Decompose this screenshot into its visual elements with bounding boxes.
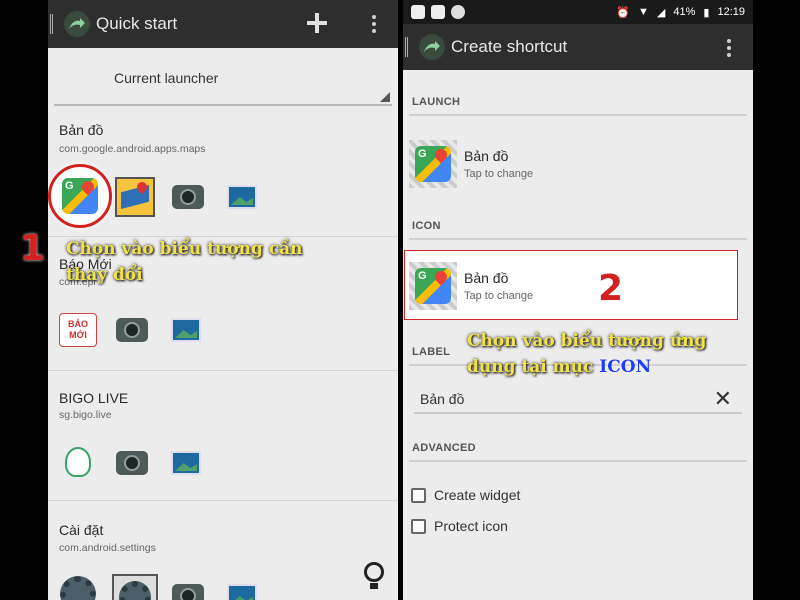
google-maps-icon: G — [415, 146, 451, 182]
divider — [409, 460, 747, 462]
overflow-menu-icon[interactable] — [372, 15, 376, 33]
shortcut-icon: G — [409, 262, 457, 310]
checkbox-label: Create widget — [434, 487, 521, 503]
divider — [409, 114, 747, 116]
divider — [409, 238, 747, 240]
signal-icon: ◢ — [656, 6, 666, 19]
left-app-bar: Quick start — [48, 0, 398, 48]
camera-icon[interactable] — [110, 441, 154, 485]
alarm-icon: ⏰ — [616, 6, 631, 19]
drawer-icon[interactable] — [50, 14, 56, 34]
divider — [48, 500, 398, 501]
add-icon[interactable] — [306, 12, 328, 39]
camera-icon[interactable] — [110, 308, 154, 352]
app-package: com.android.settings — [59, 542, 156, 554]
settings-alt-icon-option[interactable] — [110, 572, 160, 600]
annotation-highlight: ICON — [599, 357, 652, 377]
gear-icon — [119, 581, 151, 600]
launcher-label: Current launcher — [114, 70, 219, 86]
section-icon: ICON — [412, 220, 441, 232]
maps-icon-option-selected[interactable]: G — [48, 164, 112, 228]
right-app-bar: Create shortcut — [403, 24, 753, 70]
gallery-icon[interactable] — [220, 175, 264, 219]
app-package: com.google.android.apps.maps — [59, 143, 206, 155]
create-widget-checkbox[interactable]: Create widget — [411, 487, 520, 503]
camera-icon[interactable] — [166, 574, 210, 600]
battery-level: 41% — [673, 6, 696, 18]
drawer-icon[interactable] — [405, 37, 411, 57]
app-package: sg.bigo.live — [59, 409, 112, 421]
camera-icon[interactable] — [166, 175, 210, 219]
bigo-icon-option[interactable] — [56, 440, 100, 484]
battery-icon: ▮ — [703, 6, 710, 19]
wifi-icon: ▼ — [638, 6, 649, 18]
divider — [48, 370, 398, 371]
protect-icon-checkbox[interactable]: Protect icon — [411, 518, 508, 534]
dropdown-corner-icon — [380, 92, 390, 102]
launch-app-icon: G — [409, 140, 457, 188]
gallery-icon[interactable] — [164, 441, 208, 485]
step-1-annotation: Chọn vào biểu tượng cần thay đổi — [66, 239, 303, 285]
circle-icon — [451, 5, 465, 19]
app-name[interactable]: Cài đặt — [59, 522, 103, 538]
gallery-icon[interactable] — [164, 308, 208, 352]
icon-row[interactable]: G Bản đồ Tap to change — [403, 252, 753, 320]
settings-icon-option[interactable] — [56, 572, 100, 600]
baomoi-icon: BÁO MỚI — [59, 313, 97, 347]
baomoi-icon-option[interactable]: BÁO MỚI — [56, 308, 100, 352]
app-logo-icon — [64, 11, 90, 37]
launch-row[interactable]: G Bản đồ Tap to change — [403, 130, 753, 198]
right-screen: ⏰ ▼ ◢ 41% ▮ 12:19 Create shortcut LAUNCH… — [403, 0, 753, 600]
app-logo-icon — [419, 34, 445, 60]
step-2-number: 2 — [598, 268, 624, 309]
icon-app-name: Bản đồ — [464, 270, 509, 286]
annotation-line-2: dụng tại mục ICON — [467, 354, 753, 380]
google-maps-icon: G — [415, 268, 451, 304]
overflow-menu-icon[interactable] — [727, 39, 731, 57]
maps-book-icon — [115, 177, 155, 217]
lightbulb-icon[interactable] — [364, 562, 384, 589]
label-input[interactable]: Bản đồ ✕ — [414, 386, 742, 414]
app-name[interactable]: Bản đồ — [59, 122, 103, 138]
clear-icon[interactable]: ✕ — [714, 386, 732, 412]
settings-gear-icon — [60, 576, 96, 600]
gallery-icon[interactable] — [220, 574, 264, 600]
clock: 12:19 — [717, 6, 745, 18]
checkbox-box[interactable] — [411, 518, 426, 534]
checkbox-label: Protect icon — [434, 518, 508, 534]
section-launch: LAUNCH — [412, 96, 461, 108]
launch-hint: Tap to change — [464, 168, 534, 180]
bigo-icon — [65, 447, 91, 477]
label-value: Bản đồ — [420, 391, 465, 407]
page-title: Create shortcut — [451, 37, 568, 56]
maps-alt-icon-option[interactable] — [110, 174, 160, 220]
section-label: LABEL — [412, 346, 451, 358]
google-maps-icon: G — [62, 178, 98, 214]
zalo-icon — [411, 5, 425, 19]
launcher-dropdown[interactable]: Current launcher — [54, 52, 392, 106]
page-title: Quick start — [96, 14, 178, 33]
notification-icon — [431, 5, 445, 19]
annotation-line-1: Chọn vào biểu tượng ứng — [467, 331, 707, 351]
icon-hint: Tap to change — [464, 290, 534, 302]
left-screen: Quick start Current launcher Bản đồ com.… — [48, 0, 398, 600]
app-name[interactable]: BIGO LIVE — [59, 390, 128, 406]
step-2-annotation: Chọn vào biểu tượng ứng dụng tại mục ICO… — [467, 328, 753, 380]
status-bar: ⏰ ▼ ◢ 41% ▮ 12:19 — [403, 0, 753, 24]
step-1-number: 1 — [20, 228, 46, 269]
checkbox-box[interactable] — [411, 487, 426, 503]
annotation-text: dụng tại mục — [467, 357, 594, 377]
section-advanced: ADVANCED — [412, 442, 476, 454]
launch-app-name: Bản đồ — [464, 148, 509, 164]
